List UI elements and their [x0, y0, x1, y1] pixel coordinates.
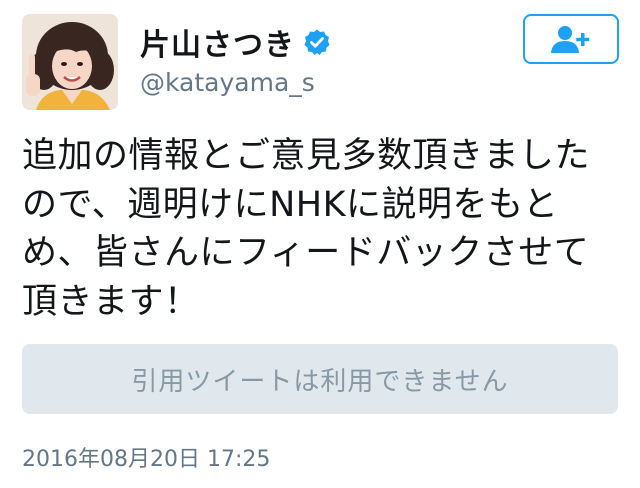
tweet-text: 追加の情報とご意見多数頂きました ので、週明けにNHKに説明をもと め、皆さんにフィ…	[22, 132, 622, 326]
tweet-text-line: ので、週明けにNHKに説明をもと	[22, 181, 622, 230]
tweet-text-line: め、皆さんにフィードバックさせて	[22, 233, 590, 273]
follow-button[interactable]	[523, 14, 619, 64]
avatar[interactable]	[22, 14, 118, 110]
tweet-card: 片山さつき @katayama_s 追加の情報とご意見多数頂きました ので、週明け…	[0, 0, 640, 488]
user-handle[interactable]: @katayama_s	[140, 68, 315, 97]
tweet-text-segment: ので、週明けにNHKに説明をもと	[22, 184, 559, 225]
quote-unavailable-message: 引用ツイートは利用できません	[131, 366, 509, 397]
quote-tweet-unavailable: 引用ツイートは利用できません	[22, 344, 618, 414]
name-row: 片山さつき	[140, 20, 331, 64]
tweet-timestamp[interactable]: 2016年08月20日 17:25	[22, 441, 270, 473]
tweet-text-line: 追加の情報とご意見多数頂きました	[22, 136, 591, 176]
tweet-text-line: 頂きます！	[22, 281, 200, 322]
avatar-image	[22, 14, 118, 110]
display-name[interactable]: 片山さつき	[140, 20, 295, 64]
follow-person-plus-icon	[551, 26, 590, 53]
verified-badge-icon	[303, 28, 331, 56]
